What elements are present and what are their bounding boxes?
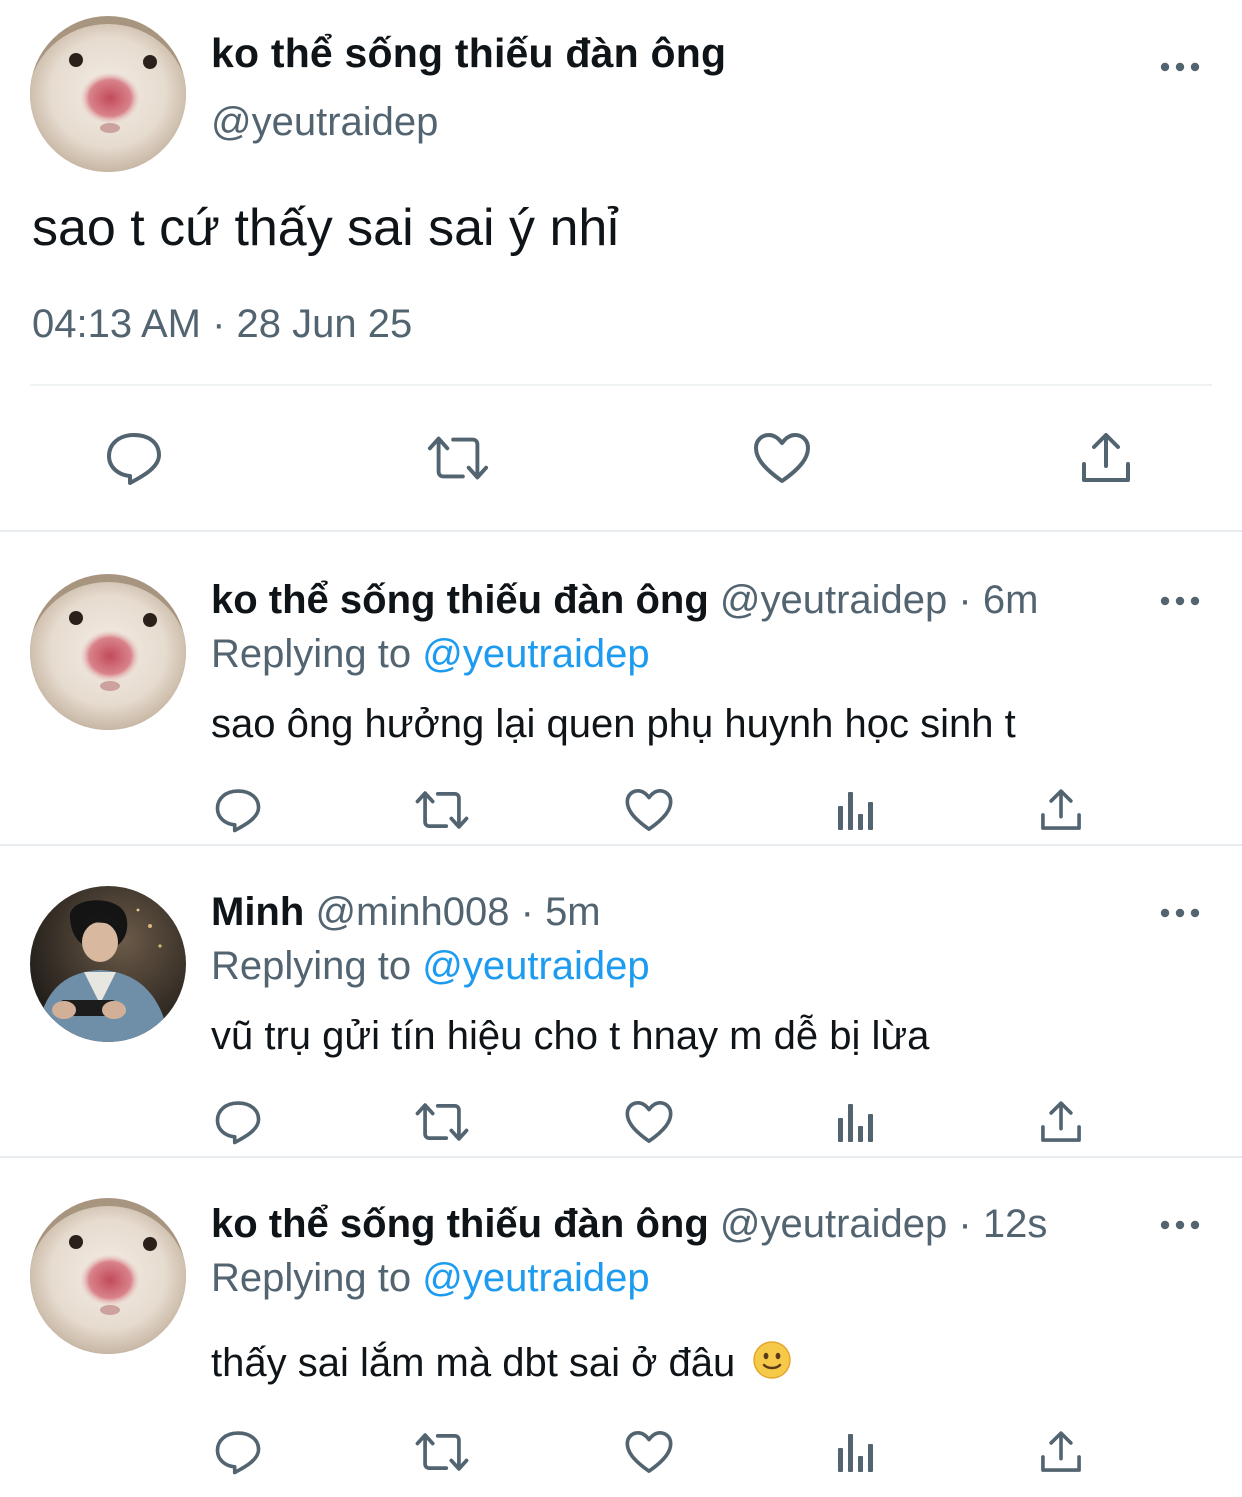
tweet-text: sao t cứ thấy sai sai ý nhỉ [32,199,619,257]
like-icon[interactable] [621,782,677,838]
analytics-icon[interactable] [828,1424,884,1480]
author-name[interactable]: ko thể sống thiếu đàn ông [211,578,709,622]
more-options-icon[interactable] [1152,898,1208,928]
share-icon[interactable] [1033,1094,1089,1150]
reply-icon[interactable] [210,1094,266,1150]
author-name[interactable]: Minh [211,890,304,934]
more-options-icon[interactable] [1152,586,1208,616]
reply-header: ko thể sống thiếu đàn ông @yeutraidep · … [211,1202,1047,1247]
replying-prefix: Replying to [211,632,423,676]
replying-to: Replying to @yeutraidep [211,632,650,677]
main-tweet: ko thể sống thiếu đàn ông @yeutraidep sa… [0,0,1242,532]
tweet-thread-page: ko thể sống thiếu đàn ông @yeutraidep sa… [0,0,1242,1497]
separator-dot: · [520,890,534,934]
author-handle[interactable]: @minh008 [315,890,509,934]
separator-dot: · [958,578,972,622]
reply-time[interactable]: 5m [545,890,601,934]
retweet-icon[interactable] [414,782,470,838]
replying-to: Replying to @yeutraidep [211,944,650,989]
share-icon[interactable] [1033,782,1089,838]
share-icon[interactable] [1074,426,1138,490]
reply-header: ko thể sống thiếu đàn ông @yeutraidep · … [211,578,1038,623]
share-icon[interactable] [1033,1424,1089,1480]
hamster-avatar[interactable] [30,16,186,172]
person-denim-avatar[interactable] [30,886,186,1042]
author-handle[interactable]: @yeutraidep [720,578,947,622]
reply-text: thấy sai lắm mà dbt sai ở đâu [211,1341,736,1385]
replying-to-link[interactable]: @yeutraidep [422,1256,649,1300]
reply-header: Minh @minh008 · 5m [211,890,601,935]
reply-text: sao ông hưởng lại quen phụ huynh học sin… [211,702,1016,746]
reply-icon[interactable] [102,426,166,490]
retweet-icon[interactable] [414,1094,470,1150]
hamster-avatar[interactable] [30,1198,186,1354]
replying-to-link[interactable]: @yeutraidep [422,632,649,676]
author-handle[interactable]: @yeutraidep [211,100,438,145]
divider [30,384,1212,386]
reply-text: vũ trụ gửi tín hiệu cho t hnay m dễ bị l… [211,1014,930,1058]
section-divider [0,530,1242,532]
like-icon[interactable] [750,426,814,490]
author-name[interactable]: ko thể sống thiếu đàn ông [211,1202,709,1246]
analytics-icon[interactable] [828,1094,884,1150]
replying-prefix: Replying to [211,944,423,988]
slightly-smiling-face-icon [752,1340,792,1390]
like-icon[interactable] [621,1094,677,1150]
reply-text-row: thấy sai lắm mà dbt sai ở đâu [211,1340,792,1390]
hamster-avatar[interactable] [30,574,186,730]
replying-to: Replying to @yeutraidep [211,1256,650,1301]
reply-time[interactable]: 12s [983,1202,1048,1246]
analytics-icon[interactable] [828,782,884,838]
replying-to-link[interactable]: @yeutraidep [422,944,649,988]
reply-tweet[interactable]: Minh @minh008 · 5m Replying to @yeutraid… [0,846,1242,1158]
reply-icon[interactable] [210,782,266,838]
retweet-icon[interactable] [414,1424,470,1480]
tweet-timestamp[interactable]: 04:13 AM · 28 Jun 25 [32,302,412,347]
reply-time[interactable]: 6m [983,578,1039,622]
separator-dot: · [958,1202,972,1246]
like-icon[interactable] [621,1424,677,1480]
more-options-icon[interactable] [1152,1210,1208,1240]
replying-prefix: Replying to [211,1256,423,1300]
reply-tweet[interactable]: ko thể sống thiếu đàn ông @yeutraidep · … [0,534,1242,846]
retweet-icon[interactable] [426,426,490,490]
author-handle[interactable]: @yeutraidep [720,1202,947,1246]
author-name[interactable]: ko thể sống thiếu đàn ông [211,30,726,77]
more-options-icon[interactable] [1152,52,1208,82]
reply-tweet[interactable]: ko thể sống thiếu đàn ông @yeutraidep · … [0,1158,1242,1497]
reply-icon[interactable] [210,1424,266,1480]
